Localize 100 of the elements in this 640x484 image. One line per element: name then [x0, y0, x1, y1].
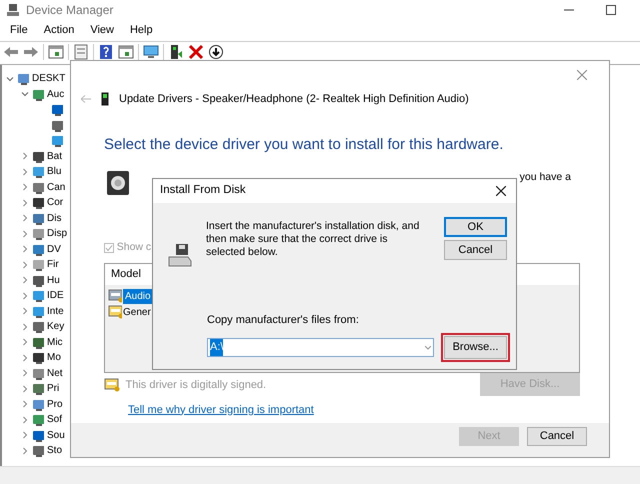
panel-icon[interactable]	[48, 44, 64, 60]
device-icon	[32, 212, 44, 225]
tree-item[interactable]: Sof	[47, 412, 62, 428]
back-icon[interactable]	[3, 44, 19, 60]
expander-icon[interactable]	[21, 292, 29, 300]
monitor-icon[interactable]	[143, 44, 159, 60]
dialog-title: Install From Disk	[160, 183, 246, 198]
expander-icon[interactable]	[21, 446, 29, 455]
device-icon	[32, 274, 44, 287]
speaker-device-icon	[101, 92, 109, 106]
expander-icon[interactable]	[21, 276, 29, 284]
expander-icon[interactable]	[21, 152, 29, 160]
expander-icon[interactable]	[21, 354, 29, 362]
device-icon	[17, 72, 29, 86]
window-title: Device Manager	[26, 2, 114, 19]
instruction-text: Insert the manufacturer's installation disk, and then make sure that the correct drive is selected below.	[206, 220, 420, 259]
tree-item[interactable]: Mic	[47, 334, 63, 350]
dialog-title: Update Drivers - Speaker/Headphone (2- Realtek High Definition Audio)	[119, 92, 469, 107]
device-icon	[32, 196, 44, 210]
tree-item[interactable]: Hu	[47, 272, 60, 288]
panel-icon[interactable]	[118, 44, 134, 60]
tree-item[interactable]: Cor	[47, 195, 64, 210]
tree-item[interactable]: DV	[47, 242, 61, 257]
expander-icon[interactable]	[21, 384, 29, 393]
cancel-button[interactable]: Cancel	[527, 427, 587, 446]
close-icon[interactable]	[496, 186, 506, 196]
speaker-icon	[106, 170, 130, 196]
device-icon	[51, 118, 63, 132]
tree-item[interactable]: Fir	[47, 257, 59, 272]
field-label: Copy manufacturer's files from:	[207, 312, 360, 328]
instruction-text: you have a	[520, 170, 571, 185]
dropdown-caret-icon[interactable]	[425, 346, 431, 350]
tree-item[interactable]: DESKT	[32, 71, 66, 86]
device-icon	[32, 320, 44, 334]
tree-item[interactable]: Key	[47, 319, 64, 334]
device-icon	[32, 180, 44, 194]
expander-icon[interactable]	[21, 416, 29, 424]
tree-item[interactable]: Blu	[47, 164, 62, 180]
tree-item[interactable]: Sou	[47, 428, 65, 443]
device-icon	[32, 150, 44, 163]
expander-icon[interactable]	[21, 183, 29, 192]
expander-icon[interactable]	[21, 431, 29, 440]
browse-button[interactable]: Browse...	[444, 336, 507, 359]
menu-item[interactable]: View	[82, 22, 122, 39]
menu-item[interactable]: Help	[122, 22, 161, 39]
model-row[interactable]: Audio	[123, 288, 153, 304]
forward-icon[interactable]	[23, 44, 39, 60]
signing-link[interactable]: Tell me why driver signing is important	[128, 402, 314, 418]
expander-icon[interactable]	[21, 369, 29, 378]
expander-icon[interactable]	[21, 260, 29, 269]
tree-item[interactable]: Dis	[47, 210, 62, 226]
tree-item[interactable]: Auc	[47, 86, 64, 102]
expander-icon[interactable]	[21, 400, 29, 408]
tree-item[interactable]: Disp	[47, 226, 68, 242]
tree-item[interactable]: Mo	[47, 350, 61, 366]
expander-icon[interactable]	[21, 90, 29, 98]
cancel-button[interactable]: Cancel	[444, 240, 507, 260]
driver-icon	[108, 289, 122, 303]
disk-drive-icon	[168, 243, 192, 267]
device-icon	[51, 103, 63, 116]
device-icon	[32, 289, 44, 302]
device-icon	[32, 366, 44, 380]
tree-item[interactable]: Inte	[47, 304, 64, 319]
maximize-icon[interactable]	[606, 5, 616, 15]
download-icon[interactable]	[208, 44, 224, 60]
driver-update-icon[interactable]	[168, 44, 184, 60]
expander-icon[interactable]	[21, 322, 29, 331]
device-icon	[32, 227, 44, 240]
device-icon	[32, 336, 44, 349]
menu-item[interactable]: File	[2, 22, 36, 39]
driver-icon	[108, 305, 122, 319]
device-icon	[32, 428, 44, 442]
expander-icon[interactable]	[6, 74, 14, 83]
expander-icon[interactable]	[21, 214, 29, 222]
tree-item[interactable]: IDE	[47, 288, 64, 304]
tree-item[interactable]: Pro	[47, 396, 63, 412]
back-arrow-icon[interactable]	[81, 95, 91, 104]
checkbox-label: Show c	[116, 240, 152, 256]
tree-item[interactable]: Sto	[47, 443, 62, 458]
expander-icon[interactable]	[21, 198, 29, 207]
expander-icon[interactable]	[21, 307, 29, 316]
dialog-heading: Select the device driver you want to install for this hardware.	[104, 134, 504, 154]
expander-icon[interactable]	[21, 338, 29, 346]
expander-icon[interactable]	[21, 230, 29, 238]
menu-item[interactable]: Action	[36, 22, 82, 39]
tree-item[interactable]: Net	[47, 366, 63, 381]
help-icon[interactable]	[98, 44, 114, 60]
model-row[interactable]: Gener	[123, 304, 151, 320]
device-icon	[51, 134, 63, 148]
remove-icon[interactable]	[188, 44, 204, 60]
device-icon	[32, 88, 44, 101]
tree-item[interactable]: Can	[47, 180, 66, 195]
tree-item[interactable]: Bat	[47, 148, 62, 164]
path-combobox[interactable]: A:\	[207, 338, 434, 357]
expander-icon[interactable]	[21, 168, 29, 176]
ok-button[interactable]: OK	[444, 217, 507, 237]
expander-icon[interactable]	[21, 245, 29, 254]
tree-item[interactable]: Pri	[47, 381, 60, 396]
sheet-icon[interactable]	[73, 44, 89, 60]
signed-status: This driver is digitally signed.	[126, 378, 266, 393]
